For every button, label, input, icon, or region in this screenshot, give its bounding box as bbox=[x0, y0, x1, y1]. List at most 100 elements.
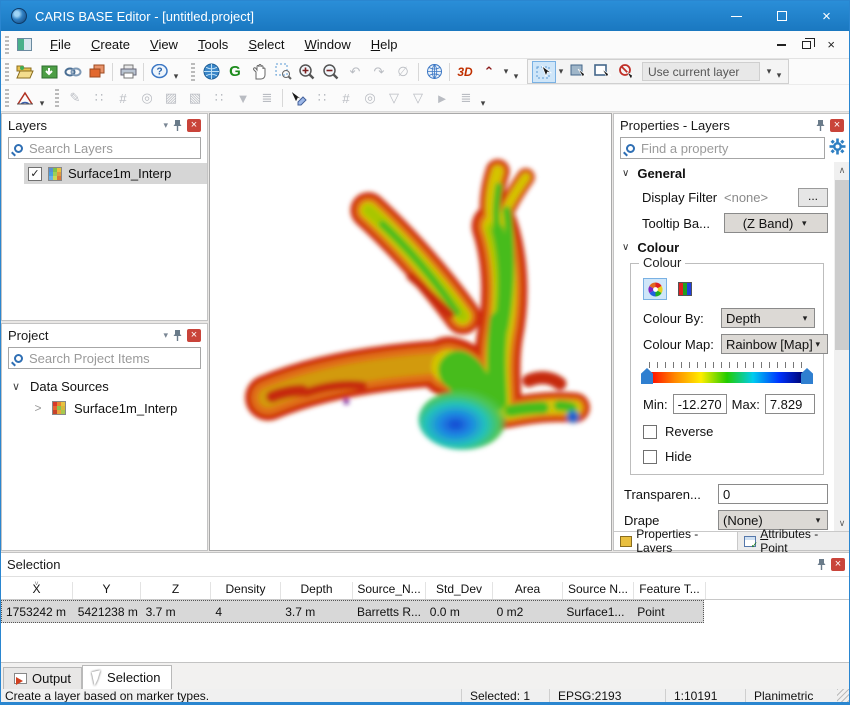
map-view[interactable] bbox=[209, 113, 612, 551]
status-scale[interactable]: 1:10191 bbox=[665, 689, 745, 703]
edit-feature-button[interactable]: ✎ bbox=[63, 87, 87, 109]
close-button[interactable]: × bbox=[804, 1, 849, 31]
column-header-area[interactable]: Area bbox=[493, 582, 563, 599]
use-current-layer-dropdown[interactable]: ▾ bbox=[764, 66, 774, 77]
tab-selection[interactable]: Selection bbox=[82, 665, 171, 689]
menu-help[interactable]: Help bbox=[361, 32, 408, 57]
colour-by-combo[interactable]: Depth ▾ bbox=[721, 308, 815, 328]
edit-node-button[interactable]: ◎ bbox=[135, 87, 159, 109]
toolbar-grip[interactable] bbox=[191, 63, 195, 81]
select-tool-dropdown[interactable]: ▾ bbox=[556, 66, 566, 77]
panel-menu-dropdown[interactable]: ▾ bbox=[163, 330, 168, 341]
table-row[interactable]: 1753242 m 5421238 m 3.7 m 4 3.7 m Barret… bbox=[1, 600, 704, 623]
edit-points-button[interactable]: ∷ bbox=[87, 87, 111, 109]
edit-list-button[interactable]: ≣ bbox=[255, 87, 279, 109]
measure-angle-button[interactable] bbox=[13, 87, 37, 109]
settings-gear-icon[interactable] bbox=[829, 138, 846, 158]
toolbar-grip[interactable] bbox=[5, 89, 9, 107]
measure-dropdown[interactable]: ▾ bbox=[37, 98, 47, 109]
link-data-button[interactable] bbox=[61, 61, 85, 83]
colour-map-combo[interactable]: Rainbow [Map] ▾ bbox=[721, 334, 828, 354]
column-header-source-n[interactable]: Source_N... bbox=[353, 582, 426, 599]
column-header-source-name[interactable]: Source N... bbox=[563, 582, 634, 599]
panel-close-button[interactable]: × bbox=[830, 119, 844, 132]
colormap-slider[interactable] bbox=[641, 368, 813, 386]
print-button[interactable] bbox=[116, 61, 140, 83]
column-header-z[interactable]: Z bbox=[141, 582, 211, 599]
column-header-y[interactable]: Y bbox=[73, 582, 141, 599]
select-edit-button[interactable] bbox=[286, 87, 310, 109]
mdi-minimize-button[interactable] bbox=[777, 44, 786, 46]
scroll-up-icon[interactable]: ∧ bbox=[834, 162, 850, 178]
zoom-out-button[interactable] bbox=[319, 61, 343, 83]
import-button[interactable] bbox=[37, 61, 61, 83]
zoom-window-button[interactable] bbox=[271, 61, 295, 83]
use-current-layer-combo[interactable]: Use current layer bbox=[642, 62, 760, 81]
select-points-button[interactable]: ∷ bbox=[310, 87, 334, 109]
toolbar-overflow-dropdown[interactable]: ▾ bbox=[171, 71, 181, 82]
menu-select[interactable]: Select bbox=[238, 32, 294, 57]
edit-area2-button[interactable]: ▧ bbox=[183, 87, 207, 109]
pin-icon[interactable] bbox=[173, 329, 182, 342]
open-file-button[interactable] bbox=[13, 61, 37, 83]
hide-checkbox[interactable] bbox=[643, 450, 657, 464]
minimize-button[interactable] bbox=[714, 1, 759, 31]
edit-filter-button[interactable]: ▼ bbox=[231, 87, 255, 109]
panel-close-button[interactable]: × bbox=[831, 558, 845, 571]
maximize-button[interactable] bbox=[759, 1, 804, 31]
property-search-input[interactable]: Find a property bbox=[620, 137, 825, 159]
transparency-input[interactable]: 0 bbox=[718, 484, 828, 504]
colormap-min-handle[interactable] bbox=[641, 368, 653, 384]
wire-globe-button[interactable] bbox=[422, 61, 446, 83]
edit-multi-button[interactable]: ∷ bbox=[207, 87, 231, 109]
scrollbar-thumb[interactable] bbox=[835, 180, 849, 350]
roll-view-dropdown[interactable]: ▾ bbox=[501, 66, 511, 77]
tab-output[interactable]: Output bbox=[3, 667, 82, 689]
properties-panel-header[interactable]: Properties - Layers × bbox=[614, 114, 850, 136]
max-input[interactable]: 7.829 bbox=[765, 394, 815, 414]
select-in-rect-button[interactable] bbox=[566, 61, 590, 83]
pin-icon[interactable] bbox=[816, 119, 825, 132]
selection-toolbar-overflow[interactable]: ▾ bbox=[774, 70, 784, 81]
tab-attributes-point[interactable]: Attributes - Point bbox=[738, 532, 850, 550]
tooltip-band-combo[interactable]: (Z Band) ▾ bbox=[724, 213, 828, 233]
edit-attributes-button[interactable]: # bbox=[111, 87, 135, 109]
resize-grip[interactable] bbox=[837, 689, 850, 703]
no-zoom-button[interactable]: ∅ bbox=[391, 61, 415, 83]
zoom-in-button[interactable] bbox=[295, 61, 319, 83]
menu-create[interactable]: Create bbox=[81, 32, 140, 57]
column-header-depth[interactable]: Depth bbox=[281, 582, 353, 599]
tab-properties-layers[interactable]: Properties - Layers bbox=[614, 532, 738, 550]
pin-icon[interactable] bbox=[173, 119, 182, 132]
browse-button[interactable]: ... bbox=[798, 188, 828, 207]
roll-view-button[interactable]: ⌃ bbox=[477, 61, 501, 83]
filter-selection-button[interactable]: ▽ bbox=[382, 87, 406, 109]
reverse-checkbox[interactable] bbox=[643, 425, 657, 439]
status-projection[interactable]: Planimetric bbox=[745, 689, 837, 703]
toolbar-overflow-dropdown[interactable]: ▾ bbox=[478, 98, 488, 109]
select-list-button[interactable]: ≣ bbox=[454, 87, 478, 109]
help-button[interactable]: ? bbox=[147, 61, 171, 83]
column-header-density[interactable]: Density bbox=[211, 582, 281, 599]
copy-layers-button[interactable] bbox=[85, 61, 109, 83]
toolbar-overflow-dropdown[interactable]: ▾ bbox=[511, 71, 521, 82]
3d-view-button[interactable]: 3D bbox=[453, 61, 477, 83]
select-cursor-button[interactable]: ► bbox=[430, 87, 454, 109]
zoom-previous-button[interactable]: ↶ bbox=[343, 61, 367, 83]
project-panel-header[interactable]: Project ▾ × bbox=[2, 324, 207, 346]
layers-panel-header[interactable]: Layers ▾ × bbox=[2, 114, 207, 136]
column-header-std-dev[interactable]: Std_Dev bbox=[426, 582, 493, 599]
project-search-input[interactable]: Search Project Items bbox=[8, 347, 201, 369]
panel-close-button[interactable]: × bbox=[187, 119, 201, 132]
pan-tool-button[interactable] bbox=[247, 61, 271, 83]
tree-node-data-sources[interactable]: ∨ Data Sources bbox=[2, 375, 207, 397]
chevron-right-icon[interactable]: > bbox=[32, 401, 44, 415]
menu-file[interactable]: File bbox=[40, 32, 81, 57]
section-general[interactable]: ∨ General bbox=[614, 162, 834, 185]
status-epsg[interactable]: EPSG:2193 bbox=[549, 689, 665, 703]
rgb-bands-button[interactable] bbox=[673, 278, 697, 300]
menu-view[interactable]: View bbox=[140, 32, 188, 57]
clear-selection-button[interactable] bbox=[614, 61, 638, 83]
column-header-x[interactable]: ˅X bbox=[1, 582, 73, 599]
selection-panel-header[interactable]: Selection × bbox=[1, 553, 850, 575]
